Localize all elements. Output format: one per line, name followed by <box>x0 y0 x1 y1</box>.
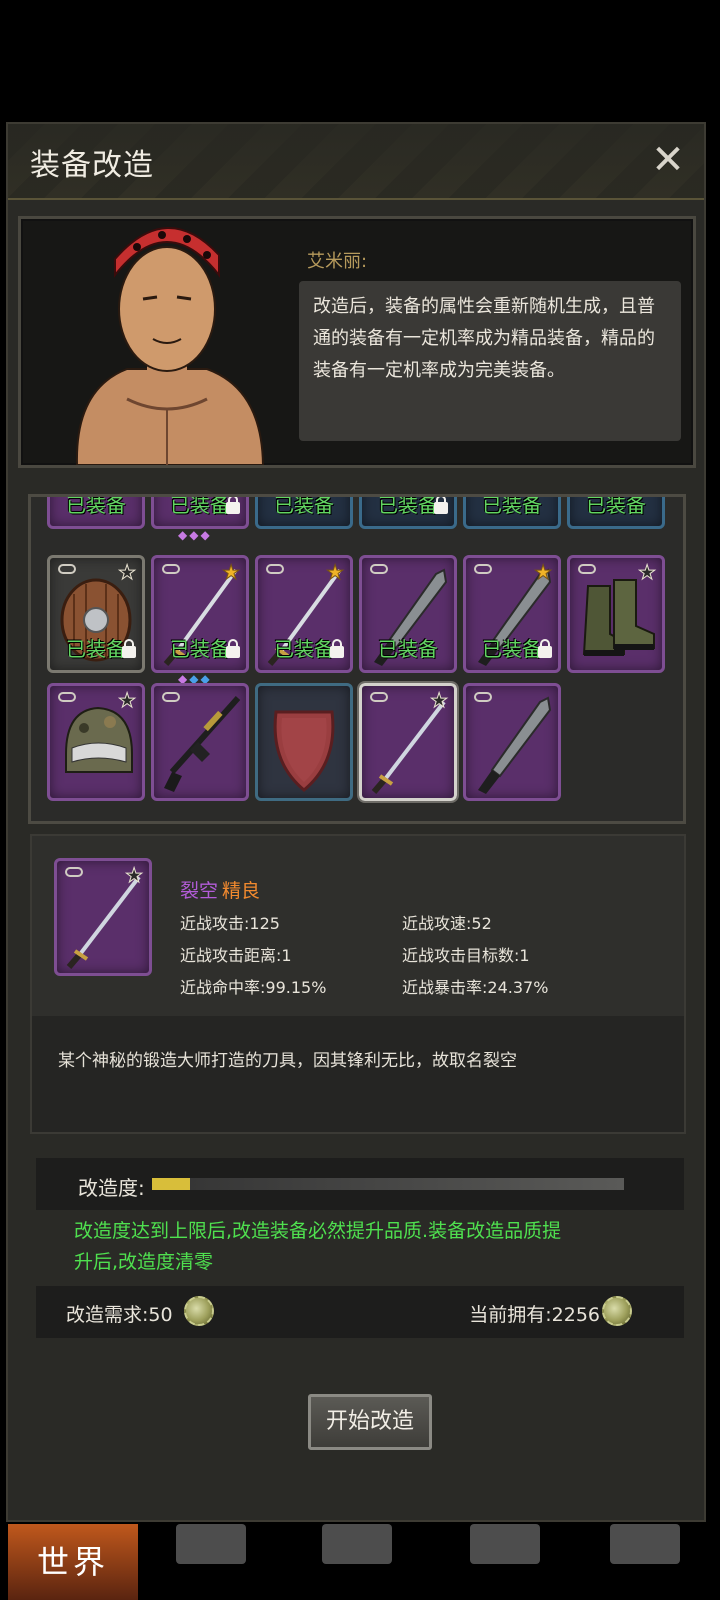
star-outline-icon: ★ <box>118 560 137 585</box>
stat-melee-attack: 近战攻击:125 <box>180 914 280 933</box>
inventory-slot-katana[interactable]: ★ 已装备 <box>255 555 353 673</box>
lock-icon <box>538 639 552 658</box>
bottle-cap-icon <box>184 1296 214 1326</box>
npc-dialog-text: 改造后，装备的属性会重新随机生成，且普通的装备有一定机率成为精品装备，精品的装备… <box>299 281 681 441</box>
inventory-slot[interactable]: 已装备 <box>359 497 457 529</box>
machete-icon <box>478 696 552 794</box>
link-icon <box>58 692 76 702</box>
lock-icon <box>226 497 240 514</box>
lock-icon <box>122 639 136 658</box>
stat-melee-speed: 近战攻速:52 <box>402 914 492 933</box>
upgrade-progress-row: 改造度: <box>36 1158 684 1210</box>
stat-melee-range: 近战攻击距离:1 <box>180 946 292 965</box>
npc-dialog-box: 艾米丽: 改造后，装备的属性会重新随机生成，且普通的装备有一定机率成为精品装备，… <box>18 216 696 468</box>
cost-row: 改造需求:50 当前拥有:2256 <box>36 1286 684 1338</box>
item-detail-panel: ★ 裂空 精良 近战攻击:125 近战攻速:52 近战攻击距离:1 近战攻击目标数… <box>30 834 686 1134</box>
link-icon <box>578 564 596 574</box>
inventory-slot-rifle[interactable] <box>151 683 249 801</box>
nav-anvil-icon[interactable] <box>322 1524 392 1564</box>
inventory-grid: 已装备 已装备 ◆◆◆ 已装备 已装备 已装备 已装备 ★ 已装备 ★ 已装备 … <box>28 494 686 824</box>
equipped-label: 已装备 <box>274 494 334 517</box>
star-gold-icon: ★ <box>534 560 553 585</box>
star-outline-icon: ★ <box>125 863 144 888</box>
nav-radio-icon[interactable] <box>470 1524 540 1564</box>
inventory-slot-helmet[interactable]: ★ <box>47 683 145 801</box>
inventory-slot-katana[interactable]: ★ 已装备 ◆◆◆ <box>151 555 249 686</box>
upgrade-note-line1: 改造度达到上限后,改造装备必然提升品质.装备改造品质提 <box>74 1220 562 1242</box>
start-modify-button[interactable]: 开始改造 <box>308 1394 432 1450</box>
nav-vehicle-icon[interactable] <box>610 1524 680 1564</box>
progress-bar <box>152 1178 624 1190</box>
stat-melee-hit: 近战命中率:99.15% <box>180 978 327 997</box>
star-gold-icon: ★ <box>326 560 345 585</box>
link-icon <box>162 564 180 574</box>
item-description: 某个神秘的锻造大师打造的刀具，因其锋利无比，故取名裂空 <box>58 1051 517 1071</box>
link-icon <box>370 692 388 702</box>
npc-portrait <box>75 227 265 465</box>
npc-name: 艾米丽: <box>307 251 368 272</box>
link-icon <box>474 564 492 574</box>
link-icon <box>162 692 180 702</box>
inventory-slot[interactable]: 已装备 <box>567 494 665 529</box>
link-icon <box>474 692 492 702</box>
inventory-slot-machete[interactable] <box>463 683 561 801</box>
inventory-slot[interactable]: 已装备 ◆◆◆ <box>151 497 249 542</box>
nav-world-tab[interactable]: 世界 <box>8 1524 138 1600</box>
equipped-label: 已装备 <box>66 494 126 517</box>
stat-melee-crit: 近战暴击率:24.37% <box>402 978 549 997</box>
upgrade-note-line2: 升后,改造度清零 <box>74 1251 214 1273</box>
detail-item-slot: ★ <box>54 858 152 976</box>
star-outline-icon: ★ <box>430 688 449 713</box>
nav-bag-icon[interactable] <box>176 1524 246 1564</box>
inventory-slot[interactable]: 已装备 <box>255 494 353 529</box>
link-icon <box>65 867 83 877</box>
upgrade-note: 改造度达到上限后,改造装备必然提升品质.装备改造品质提 升后,改造度清零 <box>74 1216 594 1278</box>
star-gold-icon: ★ <box>222 560 241 585</box>
inventory-slot-round-shield[interactable]: ★ 已装备 <box>47 555 145 673</box>
equipped-label: 已装备 <box>586 494 646 517</box>
inventory-slot-katana-selected[interactable]: ★ <box>357 681 459 803</box>
inventory-slot[interactable]: 已装备 <box>463 494 561 529</box>
link-icon <box>266 564 284 574</box>
item-quality: 精良 <box>222 880 261 902</box>
star-outline-icon: ★ <box>118 688 137 713</box>
link-icon <box>58 564 76 574</box>
bottom-nav: 世界 <box>0 1524 720 1600</box>
inventory-slot-kite-shield[interactable] <box>255 683 353 801</box>
progress-label: 改造度: <box>78 1176 145 1200</box>
inventory-slot-machete[interactable]: ★ 已装备 <box>463 555 561 673</box>
item-name: 裂空 精良 <box>180 876 260 903</box>
panel-title: 装备改造 <box>30 148 154 183</box>
lock-icon <box>434 497 448 514</box>
owned-amount: 当前拥有:2256 <box>469 1304 600 1326</box>
lock-icon <box>226 639 240 658</box>
top-blank-area <box>0 0 720 122</box>
bottle-cap-icon <box>602 1296 632 1326</box>
kite-shield-icon <box>273 710 335 792</box>
link-icon <box>370 564 388 574</box>
stat-melee-targets: 近战攻击目标数:1 <box>402 946 530 965</box>
equipment-modify-panel: 装备改造 ✕ 艾米丽: 改造后，装备的属性会重新随机生成，且普通的装备有一定机率… <box>6 122 706 1522</box>
inventory-slot-boots[interactable]: ★ <box>567 555 665 673</box>
inventory-slot-machete[interactable]: 已装备 <box>359 555 457 673</box>
gem-sockets: ◆◆◆ <box>178 528 212 542</box>
lock-icon <box>330 639 344 658</box>
equipped-label: 已装备 <box>378 637 438 661</box>
assault-rifle-icon <box>164 696 241 792</box>
star-outline-icon: ★ <box>638 560 657 585</box>
close-button[interactable]: ✕ <box>648 140 688 180</box>
progress-fill <box>152 1178 190 1190</box>
upgrade-requirement: 改造需求:50 <box>66 1304 173 1326</box>
inventory-slot[interactable]: 已装备 <box>47 494 145 529</box>
equipped-label: 已装备 <box>482 494 542 517</box>
item-name-text: 裂空 <box>180 880 219 902</box>
